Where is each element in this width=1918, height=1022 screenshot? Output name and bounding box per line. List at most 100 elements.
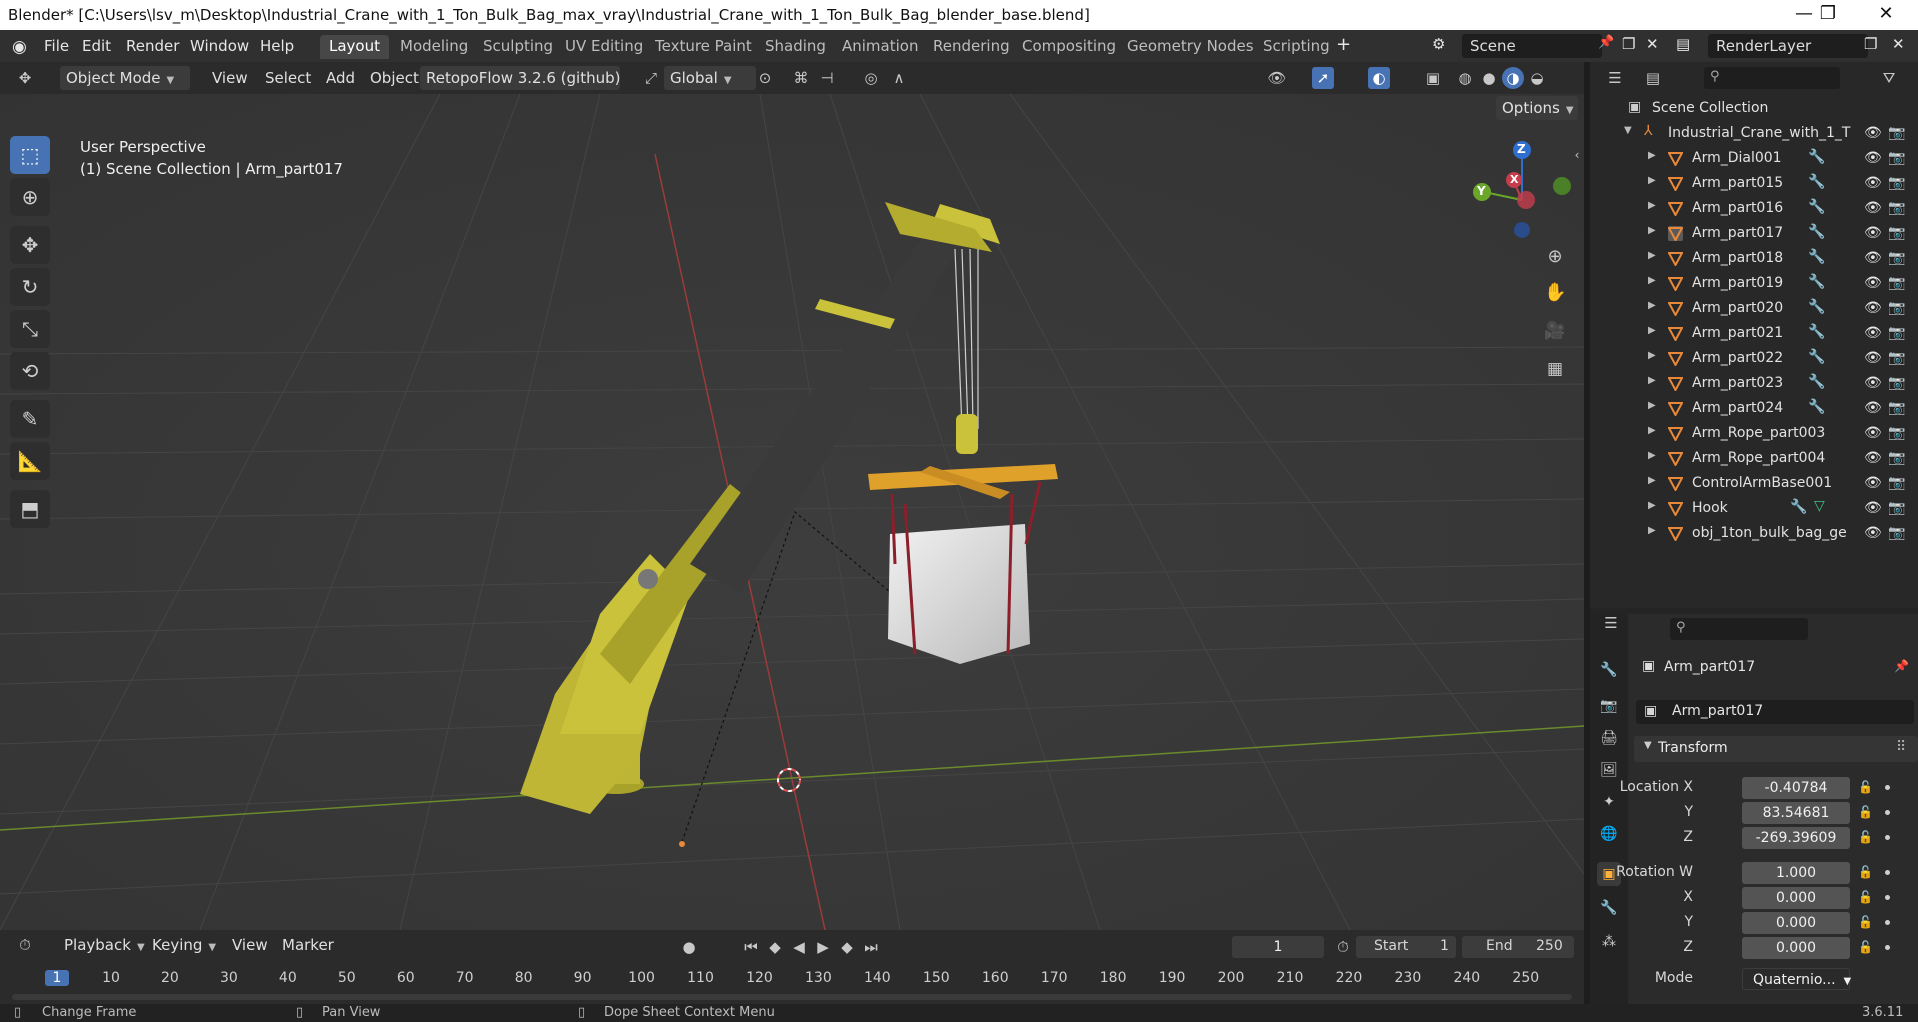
falloff-icon[interactable]: ∧ [888, 67, 910, 89]
tab-texture-paint[interactable]: Texture Paint [646, 35, 761, 59]
outliner-item[interactable]: ▶ Hook 🔧 ▽ 👁 📷 [1590, 496, 1918, 521]
scene-icon[interactable]: ⚙ [1432, 35, 1445, 53]
modifier-wrench-icon[interactable]: 🔧 [1808, 274, 1825, 290]
menu-edit[interactable]: Edit [82, 37, 111, 55]
render-camera-icon[interactable]: 📷 [1888, 250, 1905, 266]
visibility-eye-icon[interactable]: 👁 [1864, 300, 1882, 316]
wireframe-shading-icon[interactable]: ◍ [1454, 67, 1476, 89]
render-tab-icon[interactable]: 📷 [1597, 694, 1621, 718]
visibility-eye-icon[interactable]: 👁 [1864, 200, 1882, 216]
render-camera-icon[interactable]: 📷 [1888, 525, 1905, 541]
expand-arrow-icon[interactable]: ▶ [1648, 275, 1656, 286]
location-z-field[interactable]: -269.39609 [1742, 827, 1850, 849]
output-tab-icon[interactable]: 🖨 [1597, 726, 1621, 750]
select-tool-icon[interactable]: ⬚ [10, 136, 50, 174]
pivot-icon[interactable]: ⊙ [754, 67, 776, 89]
keyframe-dot[interactable] [1885, 810, 1890, 815]
render-camera-icon[interactable]: 📷 [1888, 175, 1905, 191]
tab-animation[interactable]: Animation [833, 35, 927, 59]
expand-arrow-icon[interactable]: ▶ [1648, 250, 1656, 261]
scale-tool-icon[interactable]: ⤡ [10, 310, 50, 348]
lock-icon[interactable]: 🔓 [1858, 890, 1873, 904]
tab-uv-editing[interactable]: UV Editing [556, 35, 652, 59]
3d-viewport[interactable]: User Perspective (1) Scene Collection | … [0, 94, 1584, 930]
visibility-eye-icon[interactable]: 👁 [1864, 425, 1882, 441]
render-camera-icon[interactable]: 📷 [1888, 375, 1905, 391]
render-camera-icon[interactable]: 📷 [1888, 400, 1905, 416]
tab-shading[interactable]: Shading [756, 35, 835, 59]
properties-search-input[interactable]: ⚲ [1670, 618, 1808, 640]
outliner-item[interactable]: ▶ Arm_part019 🔧 👁 📷 [1590, 271, 1918, 296]
menu-view[interactable]: View [206, 66, 254, 90]
material-shading-icon[interactable]: ◑ [1502, 67, 1524, 89]
modifier-wrench-icon[interactable]: 🔧 [1808, 349, 1825, 365]
render-camera-icon[interactable]: 📷 [1888, 500, 1905, 516]
visibility-eye-icon[interactable]: 👁 [1864, 450, 1882, 466]
camera-view-icon[interactable]: 🎥 [1544, 320, 1566, 342]
visibility-icon[interactable]: 👁 [1266, 67, 1288, 89]
visibility-eye-icon[interactable]: 👁 [1864, 150, 1882, 166]
keyframe-dot[interactable] [1885, 920, 1890, 925]
properties-editor-icon[interactable]: ☰ [1600, 612, 1622, 634]
visibility-eye-icon[interactable]: 👁 [1864, 325, 1882, 341]
visibility-eye-icon[interactable]: 👁 [1864, 275, 1882, 291]
snap-target-icon[interactable]: ⊣ [816, 67, 838, 89]
expand-arrow-icon[interactable]: ▶ [1648, 500, 1656, 511]
expand-arrow-icon[interactable]: ▶ [1648, 325, 1656, 336]
options-dropdown[interactable]: Options ▼ [1496, 96, 1578, 120]
keyframe-dot[interactable] [1885, 945, 1890, 950]
outliner-item[interactable]: ▶ Arm_part020 🔧 👁 📷 [1590, 296, 1918, 321]
outliner-item[interactable]: ▶ Arm_part024 🔧 👁 📷 [1590, 396, 1918, 421]
delete-layer-icon[interactable]: ✕ [1892, 35, 1905, 53]
location-y-field[interactable]: 83.54681 [1742, 802, 1850, 824]
expand-arrow-icon[interactable]: ▶ [1648, 450, 1656, 461]
render-camera-icon[interactable]: 📷 [1888, 350, 1905, 366]
keyframe-dot[interactable] [1885, 785, 1890, 790]
expand-arrow-icon[interactable]: ▶ [1648, 375, 1656, 386]
tab-rendering[interactable]: Rendering [924, 35, 1019, 59]
hook-model[interactable] [956, 414, 978, 454]
menu-render[interactable]: Render [126, 37, 179, 55]
visibility-eye-icon[interactable]: 👁 [1864, 375, 1882, 391]
close-button[interactable]: ✕ [1858, 0, 1914, 30]
xray-icon[interactable]: ▣ [1422, 67, 1444, 89]
modifier-wrench-icon[interactable]: 🔧 [1808, 224, 1825, 240]
lock-icon[interactable]: 🔓 [1858, 915, 1873, 929]
outliner-item[interactable]: ▶ Arm_part018 🔧 👁 📷 [1590, 246, 1918, 271]
outliner-item[interactable]: ▶ Arm_Rope_part003 👁 📷 [1590, 421, 1918, 446]
modifier-wrench-icon[interactable]: 🔧 [1808, 199, 1825, 215]
expand-arrow-icon[interactable]: ▶ [1648, 225, 1656, 236]
scene-name-field[interactable]: Scene [1462, 34, 1602, 58]
lock-icon[interactable]: 🔓 [1858, 780, 1873, 794]
expand-arrow-icon[interactable]: ▶ [1648, 475, 1656, 486]
rotation-x-field[interactable]: 0.000 [1742, 887, 1850, 909]
overlay-toggle-icon[interactable]: ◐ [1368, 67, 1390, 89]
render-camera-icon[interactable]: 📷 [1888, 325, 1905, 341]
visibility-eye-icon[interactable]: 👁 [1864, 525, 1882, 541]
snap-icon[interactable]: ⌘ [790, 67, 812, 89]
render-camera-icon[interactable]: 📷 [1888, 225, 1905, 241]
rotation-w-field[interactable]: 1.000 [1742, 862, 1850, 884]
outliner-item[interactable]: ▶ Arm_part021 🔧 👁 📷 [1590, 321, 1918, 346]
mode-dropdown[interactable]: Object Mode ▼ [60, 66, 190, 90]
timeline-scrollbar[interactable] [12, 994, 1572, 1000]
expand-arrow-icon[interactable]: ▶ [1648, 175, 1656, 186]
expand-arrow-icon[interactable]: ▶ [1648, 350, 1656, 361]
navigation-gizmo[interactable]: Z Y X [1468, 138, 1578, 248]
add-cube-tool-icon[interactable]: ⬒ [10, 490, 50, 528]
location-x-field[interactable]: -0.40784 [1742, 777, 1850, 799]
outliner-collection-row[interactable]: ▼ ⅄ Industrial_Crane_with_1_T 👁 📷 [1590, 121, 1918, 146]
collection-expand-icon[interactable]: ▼ [1624, 125, 1632, 136]
visibility-eye-icon[interactable]: 👁 [1864, 250, 1882, 266]
pin-icon[interactable]: 📌 [1598, 35, 1614, 50]
visibility-eye-icon[interactable]: 👁 [1864, 400, 1882, 416]
lock-icon[interactable]: 🔓 [1858, 940, 1873, 954]
collection-render-icon[interactable]: 📷 [1888, 125, 1905, 141]
expand-arrow-icon[interactable]: ▶ [1648, 150, 1656, 161]
rotation-mode-dropdown[interactable]: Quaternio... ▼ [1742, 968, 1851, 990]
visibility-eye-icon[interactable]: 👁 [1864, 500, 1882, 516]
transform-tool-icon[interactable]: ⟲ [10, 352, 50, 390]
visibility-eye-icon[interactable]: 👁 [1864, 350, 1882, 366]
annotate-tool-icon[interactable]: ✎ [10, 400, 50, 438]
tab-sculpting[interactable]: Sculpting [474, 35, 562, 59]
